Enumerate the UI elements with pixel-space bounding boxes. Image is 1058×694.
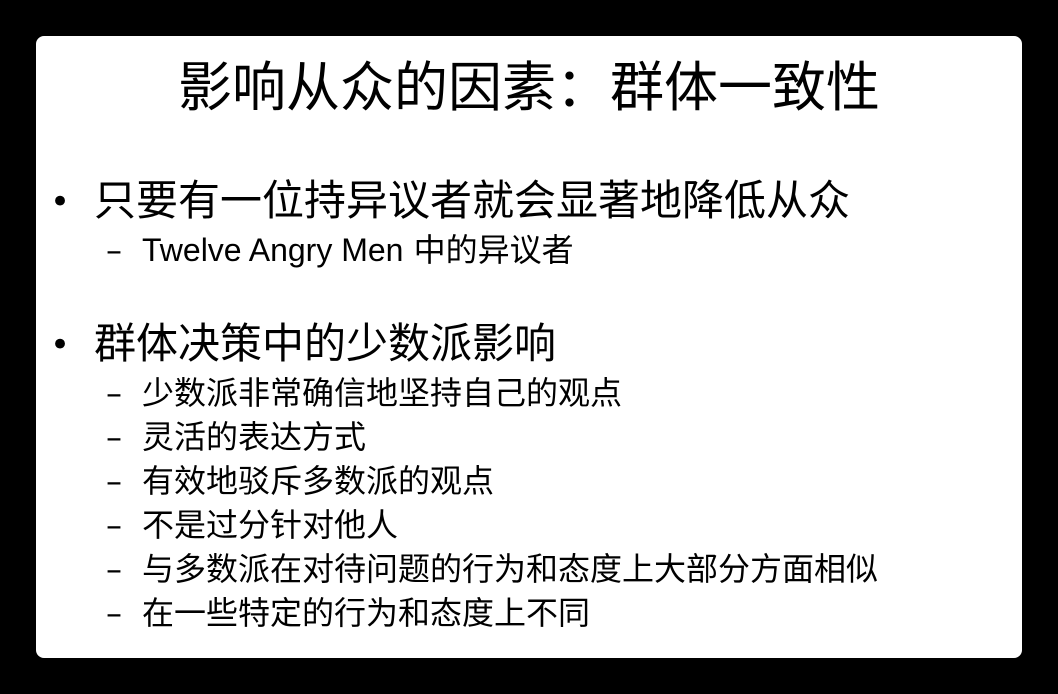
dash-icon: – (106, 231, 122, 269)
bullet-text-1: 只要有一位持异议者就会显著地降低从众 (94, 176, 851, 225)
sub-item-2-2: – 灵活的表达方式 (106, 417, 366, 457)
dash-icon: – (106, 374, 122, 412)
bullet-item-1: • 只要有一位持异议者就会显著地降低从众 (50, 177, 850, 226)
dash-icon: – (106, 506, 122, 544)
sub-text: 灵活的表达方式 (142, 418, 367, 456)
bullet-text-2: 群体决策中的少数派影响 (94, 319, 557, 368)
sub-text: 有效地驳斥多数派的观点 (142, 462, 495, 500)
sub-text: 少数派非常确信地坚持自己的观点 (142, 374, 623, 412)
dash-icon: – (106, 550, 122, 588)
sub-item-1-1: – Twelve Angry Men 中的异议者 (106, 230, 574, 270)
dash-icon: – (106, 418, 122, 456)
slide-title: 影响从众的因素：群体一致性 (178, 56, 880, 119)
sub-text: 与多数派在对待问题的行为和态度上大部分方面相似 (142, 550, 879, 588)
sub-text-latin: Twelve Angry Men (142, 232, 404, 268)
sub-item-2-5: – 与多数派在对待问题的行为和态度上大部分方面相似 (106, 549, 878, 589)
dash-icon: – (106, 594, 122, 632)
sub-item-2-4: – 不是过分针对他人 (106, 505, 398, 545)
dash-icon: – (106, 462, 122, 500)
bullet-icon: • (50, 325, 71, 365)
bullet-item-2: • 群体决策中的少数派影响 (50, 320, 556, 369)
sub-text: 在一些特定的行为和态度上不同 (142, 594, 591, 632)
sub-item-2-3: – 有效地驳斥多数派的观点 (106, 461, 494, 501)
sub-text-cn: 中的异议者 (403, 231, 574, 269)
sub-item-2-1: – 少数派非常确信地坚持自己的观点 (106, 373, 622, 413)
sub-item-2-6: – 在一些特定的行为和态度上不同 (106, 593, 590, 633)
sub-text: 不是过分针对他人 (142, 506, 399, 544)
bullet-icon: • (50, 182, 71, 222)
